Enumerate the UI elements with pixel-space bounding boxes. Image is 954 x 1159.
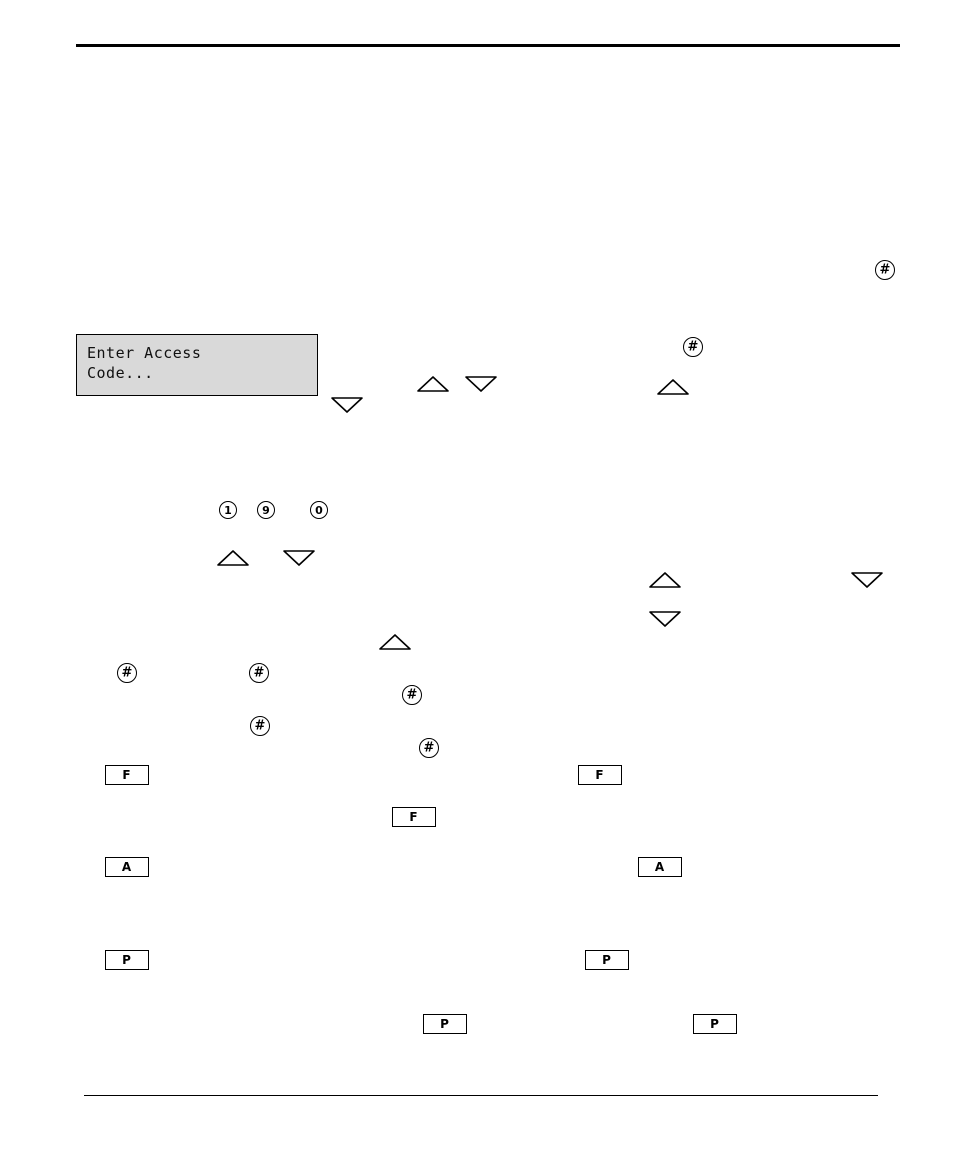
down-arrow-key-icon [282, 549, 316, 567]
key-glyph: # [253, 665, 265, 680]
function-key-icon: P [585, 950, 629, 970]
key-glyph: # [121, 665, 133, 680]
function-key-icon: A [105, 857, 149, 877]
function-key-icon: P [423, 1014, 467, 1034]
function-key-icon: F [392, 807, 436, 827]
hash-key-icon: # [875, 260, 895, 280]
key-glyph: P [710, 1017, 720, 1031]
lcd-display: Enter Access Code... [76, 334, 318, 396]
key-glyph: 0 [315, 503, 323, 517]
function-key-icon: P [105, 950, 149, 970]
digit-key-icon: 0 [310, 501, 328, 519]
function-key-icon: F [105, 765, 149, 785]
function-key-icon: P [693, 1014, 737, 1034]
key-glyph: 9 [262, 503, 270, 517]
up-arrow-key-icon [216, 549, 250, 567]
down-arrow-key-icon [850, 571, 884, 589]
down-arrow-key-icon [648, 610, 682, 628]
key-glyph: P [440, 1017, 450, 1031]
key-glyph: # [254, 718, 266, 733]
lcd-line-2: Code... [87, 364, 154, 382]
up-arrow-key-icon [378, 633, 412, 651]
digit-key-icon: 1 [219, 501, 237, 519]
key-glyph: 1 [224, 503, 232, 517]
key-glyph: F [595, 768, 605, 782]
key-glyph: A [121, 860, 133, 874]
up-arrow-key-icon [416, 375, 450, 393]
lcd-line-1: Enter Access [87, 344, 202, 362]
key-glyph: # [406, 687, 418, 702]
key-glyph: A [654, 860, 666, 874]
down-arrow-key-icon [330, 396, 364, 414]
key-glyph: # [879, 262, 891, 277]
header-rule [76, 44, 900, 47]
hash-key-icon: # [250, 716, 270, 736]
hash-key-icon: # [419, 738, 439, 758]
function-key-icon: F [578, 765, 622, 785]
function-key-icon: A [638, 857, 682, 877]
key-glyph: # [687, 339, 699, 354]
key-glyph: F [409, 810, 419, 824]
hash-key-icon: # [249, 663, 269, 683]
hash-key-icon: # [402, 685, 422, 705]
key-glyph: P [122, 953, 132, 967]
key-glyph: P [602, 953, 612, 967]
digit-key-icon: 9 [257, 501, 275, 519]
up-arrow-key-icon [648, 571, 682, 589]
key-glyph: F [122, 768, 132, 782]
key-glyph: # [423, 740, 435, 755]
hash-key-icon: # [117, 663, 137, 683]
down-arrow-key-icon [464, 375, 498, 393]
footer-rule [84, 1095, 878, 1096]
document-page: Enter Access Code... # #1 9 0 # # # # # F F F A A P P P P [0, 0, 954, 1159]
up-arrow-key-icon [656, 378, 690, 396]
hash-key-icon: # [683, 337, 703, 357]
